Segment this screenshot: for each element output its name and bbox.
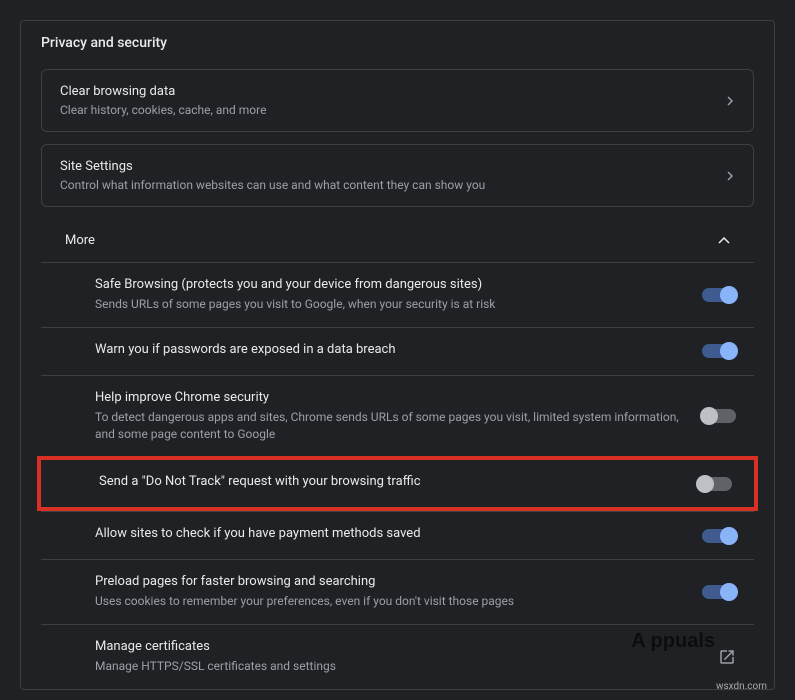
section-title: Privacy and security: [21, 21, 774, 69]
clear-browsing-data-row[interactable]: Clear browsing data Clear history, cooki…: [41, 69, 754, 132]
chevron-right-icon: [727, 171, 735, 181]
passwords-breach-toggle[interactable]: [702, 344, 736, 358]
row-desc: Sends URLs of some pages you visit to Go…: [95, 296, 682, 313]
card-text: Site Settings Control what information w…: [60, 159, 727, 192]
do-not-track-toggle[interactable]: [698, 477, 732, 491]
row-desc: Uses cookies to remember your preference…: [95, 593, 682, 610]
row-text: Preload pages for faster browsing and se…: [95, 574, 702, 610]
row-text: Safe Browsing (protects you and your dev…: [95, 277, 702, 313]
passwords-breach-row: Warn you if passwords are exposed in a d…: [41, 327, 754, 375]
row-title: Preload pages for faster browsing and se…: [95, 574, 682, 589]
safe-browsing-row: Safe Browsing (protects you and your dev…: [41, 262, 754, 327]
row-title: Safe Browsing (protects you and your dev…: [95, 277, 682, 292]
row-desc: To detect dangerous apps and sites, Chro…: [95, 409, 682, 443]
chevron-right-icon: [727, 96, 735, 106]
row-title: Warn you if passwords are exposed in a d…: [95, 342, 682, 357]
row-text: Help improve Chrome security To detect d…: [95, 390, 702, 443]
row-text: Send a "Do Not Track" request with your …: [99, 474, 698, 493]
payment-methods-toggle[interactable]: [702, 529, 736, 543]
more-label: More: [65, 233, 718, 248]
chevron-up-icon: [718, 237, 730, 245]
row-title: Manage certificates: [95, 639, 698, 654]
card-text: Clear browsing data Clear history, cooki…: [60, 84, 727, 117]
row-text: Warn you if passwords are exposed in a d…: [95, 342, 702, 361]
manage-certificates-row[interactable]: Manage certificates Manage HTTPS/SSL cer…: [41, 624, 754, 689]
do-not-track-row: Send a "Do Not Track" request with your …: [37, 456, 758, 511]
more-expand-row[interactable]: More: [41, 219, 754, 262]
row-title: Allow sites to check if you have payment…: [95, 526, 682, 541]
help-improve-row: Help improve Chrome security To detect d…: [41, 375, 754, 457]
safe-browsing-toggle[interactable]: [702, 288, 736, 302]
card-title: Site Settings: [60, 159, 727, 174]
privacy-security-panel: Privacy and security Clear browsing data…: [20, 20, 775, 690]
row-title: Send a "Do Not Track" request with your …: [99, 474, 678, 489]
help-improve-toggle[interactable]: [702, 409, 736, 423]
preload-row: Preload pages for faster browsing and se…: [41, 559, 754, 624]
preload-toggle[interactable]: [702, 585, 736, 599]
site-settings-row[interactable]: Site Settings Control what information w…: [41, 144, 754, 207]
external-link-icon: [718, 648, 736, 666]
card-sub: Clear history, cookies, cache, and more: [60, 103, 727, 117]
payment-methods-row: Allow sites to check if you have payment…: [41, 511, 754, 559]
more-sub-list: Safe Browsing (protects you and your dev…: [41, 262, 754, 689]
card-sub: Control what information websites can us…: [60, 178, 727, 192]
card-title: Clear browsing data: [60, 84, 727, 99]
row-text: Manage certificates Manage HTTPS/SSL cer…: [95, 639, 718, 675]
row-text: Allow sites to check if you have payment…: [95, 526, 702, 545]
row-desc: Manage HTTPS/SSL certificates and settin…: [95, 658, 698, 675]
row-title: Help improve Chrome security: [95, 390, 682, 405]
